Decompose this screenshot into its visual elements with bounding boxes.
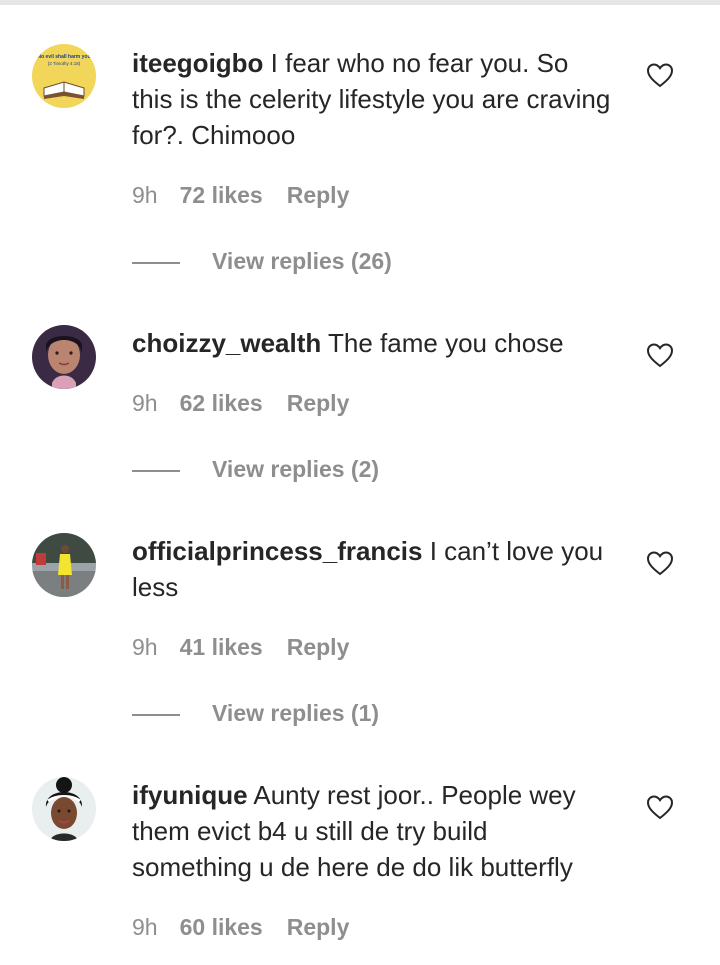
- heart-outline-icon[interactable]: [646, 550, 674, 576]
- comment-meta: 9h 72 likes Reply: [132, 182, 349, 209]
- comment-username[interactable]: choizzy_wealth: [132, 328, 321, 358]
- reply-button[interactable]: Reply: [287, 390, 350, 417]
- comment-body: The fame you chose: [321, 328, 564, 358]
- view-replies-label[interactable]: View replies (26): [212, 248, 392, 275]
- avatar[interactable]: No evil shall harm you (2 Timothy 4:18): [32, 44, 96, 108]
- comment-username[interactable]: iteegoigbo: [132, 48, 263, 78]
- comment-likes[interactable]: 60 likes: [180, 914, 263, 941]
- reply-button[interactable]: Reply: [287, 182, 350, 209]
- reply-button[interactable]: Reply: [287, 914, 350, 941]
- reply-button[interactable]: Reply: [287, 634, 350, 661]
- top-divider: [0, 0, 720, 5]
- comment-likes[interactable]: 72 likes: [180, 182, 263, 209]
- comment-text: iteegoigbo I fear who no fear you. So th…: [132, 45, 612, 153]
- comment-time: 9h: [132, 182, 158, 208]
- comment-time: 9h: [132, 634, 158, 660]
- avatar[interactable]: [32, 325, 96, 389]
- heart-outline-icon[interactable]: [646, 342, 674, 368]
- comment-text: choizzy_wealth The fame you chose: [132, 325, 612, 361]
- comment-username[interactable]: ifyunique: [132, 780, 248, 810]
- avatar[interactable]: [32, 533, 96, 597]
- comment-username[interactable]: officialprincess_francis: [132, 536, 422, 566]
- comment-time: 9h: [132, 390, 158, 416]
- comment-likes[interactable]: 41 likes: [180, 634, 263, 661]
- view-replies-label[interactable]: View replies (1): [212, 700, 379, 727]
- avatar-caption-ref: (2 Timothy 4:18): [48, 61, 81, 66]
- replies-divider-line: [132, 714, 180, 716]
- avatar-caption: No evil shall harm you: [37, 54, 90, 60]
- avatar[interactable]: [32, 777, 96, 841]
- replies-divider-line: [132, 262, 180, 264]
- comment-meta: 9h 41 likes Reply: [132, 634, 349, 661]
- view-replies-label[interactable]: View replies (2): [212, 456, 379, 483]
- comment-text: ifyunique Aunty rest joor.. People wey t…: [132, 777, 612, 885]
- comment-text: officialprincess_francis I can’t love yo…: [132, 533, 612, 605]
- heart-outline-icon[interactable]: [646, 794, 674, 820]
- comment-meta: 9h 60 likes Reply: [132, 914, 349, 941]
- comment-meta: 9h 62 likes Reply: [132, 390, 349, 417]
- heart-outline-icon[interactable]: [646, 62, 674, 88]
- comment-time: 9h: [132, 914, 158, 940]
- replies-divider-line: [132, 470, 180, 472]
- comment-likes[interactable]: 62 likes: [180, 390, 263, 417]
